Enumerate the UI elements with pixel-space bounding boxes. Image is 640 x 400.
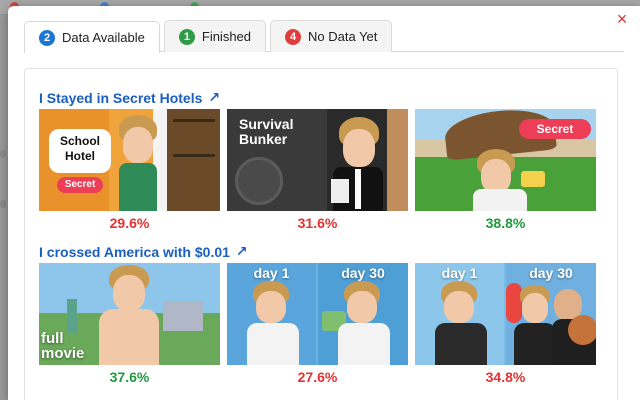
retention-percent: 27.6% [297,369,338,385]
tab-label: Finished [201,29,252,44]
shelf [173,119,215,122]
thumbnail-overlay-text: full movie [41,330,85,362]
shirt [473,189,527,211]
section-title-text: I crossed America with $0.01 [39,243,230,260]
tab-finished[interactable]: 1 Finished [163,20,267,52]
external-link-icon: ↗ [235,243,248,259]
tab-count-badge: 4 [285,28,302,45]
day-30-label: day 30 [341,265,385,281]
video-thumbnail[interactable]: full movie [39,263,220,365]
shirt [247,323,299,365]
boy-face [113,275,145,311]
video-thumbnail[interactable]: day 1 day 30 [415,263,596,365]
boy-face [343,129,375,167]
thumbnail-overlay-text: School Hotel [49,129,111,173]
secret-pill: Secret [519,119,591,139]
shirt [119,163,157,211]
section-title-secret-hotels[interactable]: I Stayed in Secret Hotels ↗ [39,89,220,106]
retention-percent: 31.6% [297,215,338,231]
day-1-label: day 1 [441,265,478,281]
video-thumbnail[interactable]: School Hotel Secret [39,109,220,211]
tab-data-available[interactable]: 2 Data Available [24,21,160,53]
city-buildings [163,301,203,331]
retention-percent: 34.8% [485,369,526,385]
bookshelf [167,109,220,211]
boy-face [123,127,153,163]
boy-face [347,291,377,323]
balloons [506,283,522,323]
content-panel: I Stayed in Secret Hotels ↗ School Hotel… [24,68,618,400]
tab-no-data-yet[interactable]: 4 No Data Yet [270,20,393,52]
retention-percent: 38.8% [485,215,526,231]
day-1-panel: day 1 [415,263,504,365]
tab-bar: 2 Data Available 1 Finished 4 No Data Ye… [24,20,624,53]
shirt [514,323,556,365]
retention-percent: 37.6% [109,369,150,385]
thumbnail-overlay-text: Survival Bunker [239,116,294,147]
video-thumbnail[interactable]: day 1 day 30 [227,263,408,365]
giant-penny [568,315,596,345]
keycard [521,171,545,187]
secret-pill: Secret [57,177,103,193]
day-1-label: day 1 [253,265,290,281]
id-card [331,179,349,203]
boy-face [522,293,548,323]
boy-face [481,159,511,193]
section-title-text: I Stayed in Secret Hotels [39,89,203,106]
day-30-panel: day 30 [318,263,408,365]
shirt [338,323,390,365]
shirt [435,323,487,365]
tab-label: Data Available [62,30,145,45]
day-30-label: day 30 [529,265,573,281]
section-title-crossed-america[interactable]: I crossed America with $0.01 ↗ [39,243,248,260]
statue-of-liberty [67,299,77,333]
radiation-sign [235,157,283,205]
video-thumbnail[interactable]: Secret [415,109,596,211]
shelf [173,154,215,157]
video-thumbnail[interactable]: Survival Bunker [227,109,408,211]
tab-label: No Data Yet [308,29,378,44]
retention-percent: 29.6% [109,215,150,231]
video-stats-modal: × 2 Data Available 1 Finished 4 No Data … [8,6,640,400]
boy-face [444,291,474,323]
shoulders [99,309,159,365]
day-1-panel: day 1 [227,263,316,365]
background-line [0,200,6,208]
boy-face [256,291,286,323]
tab-count-badge: 1 [178,28,195,45]
tab-count-badge: 2 [39,29,55,46]
day-30-panel: day 30 [506,263,596,365]
shirt-collar [355,169,361,209]
door-edge [387,109,408,211]
background-line [0,150,6,158]
external-link-icon: ↗ [208,89,221,105]
